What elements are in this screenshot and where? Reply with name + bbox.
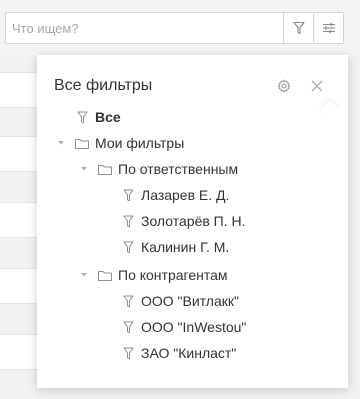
tree-item[interactable]: Золотарёв П. Н. [123,210,246,232]
close-button[interactable] [310,79,324,93]
folder-icon [75,138,89,149]
tree-item-label: ЗАО "Кинласт" [141,345,237,361]
tree-folder-label: По контрагентам [118,267,228,283]
filter-icon [123,189,134,202]
tree-item-label: ООО "Витлакк" [141,293,239,309]
popup-caret [320,100,340,120]
gear-icon [277,79,291,93]
search-box [5,12,344,44]
sliders-icon [322,22,336,34]
tree-folder-by-responsible[interactable]: По ответственным [98,158,238,180]
background-list-row [0,72,40,108]
tree-folder-label: Мои фильтры [95,135,185,151]
background-list-row [0,268,40,304]
tree-item-label: ООО "InWestou" [141,319,247,335]
collapse-arrow-icon[interactable] [80,166,88,172]
filter-button[interactable] [283,13,313,43]
filter-icon [123,295,134,308]
tree-item[interactable]: ООО "InWestou" [123,316,246,338]
folder-icon [98,164,112,175]
background-list-row [0,334,40,370]
filters-popup: Все фильтры Все Мои фильтры По ответстве… [37,55,348,388]
search-input[interactable] [12,18,282,38]
tree-folder-my-filters[interactable]: Мои фильтры [75,132,184,154]
background-list-row [0,136,40,172]
tree-item[interactable]: Лазарев Е. Д. [123,184,229,206]
collapse-arrow-icon[interactable] [57,140,65,146]
tree-item-label: Лазарев Е. Д. [141,187,230,203]
filter-settings-button[interactable] [313,13,343,43]
filter-icon [292,21,305,35]
tree-item[interactable]: ЗАО "Кинласт" [123,342,236,364]
settings-gear-button[interactable] [277,79,291,93]
tree-item[interactable]: ООО "Витлакк" [123,290,239,312]
tree-item-label: Золотарёв П. Н. [141,213,246,229]
filter-icon [123,215,134,228]
tree-folder-by-counterparties[interactable]: По контрагентам [98,264,228,286]
filter-icon [123,321,134,334]
close-icon [310,79,324,93]
tree-item-label: Калинин Г. М. [141,239,230,255]
popup-title: Все фильтры [54,77,153,94]
collapse-arrow-icon[interactable] [80,272,88,278]
background-list-row [0,202,40,238]
tree-folder-label: По ответственным [118,161,239,177]
filter-icon [123,347,134,360]
tree-item-all[interactable]: Все [77,106,121,128]
folder-icon [98,270,112,281]
tree-item[interactable]: Калинин Г. М. [123,236,229,258]
filter-icon [77,111,88,124]
tree-item-label: Все [95,109,121,125]
filter-icon [123,241,134,254]
